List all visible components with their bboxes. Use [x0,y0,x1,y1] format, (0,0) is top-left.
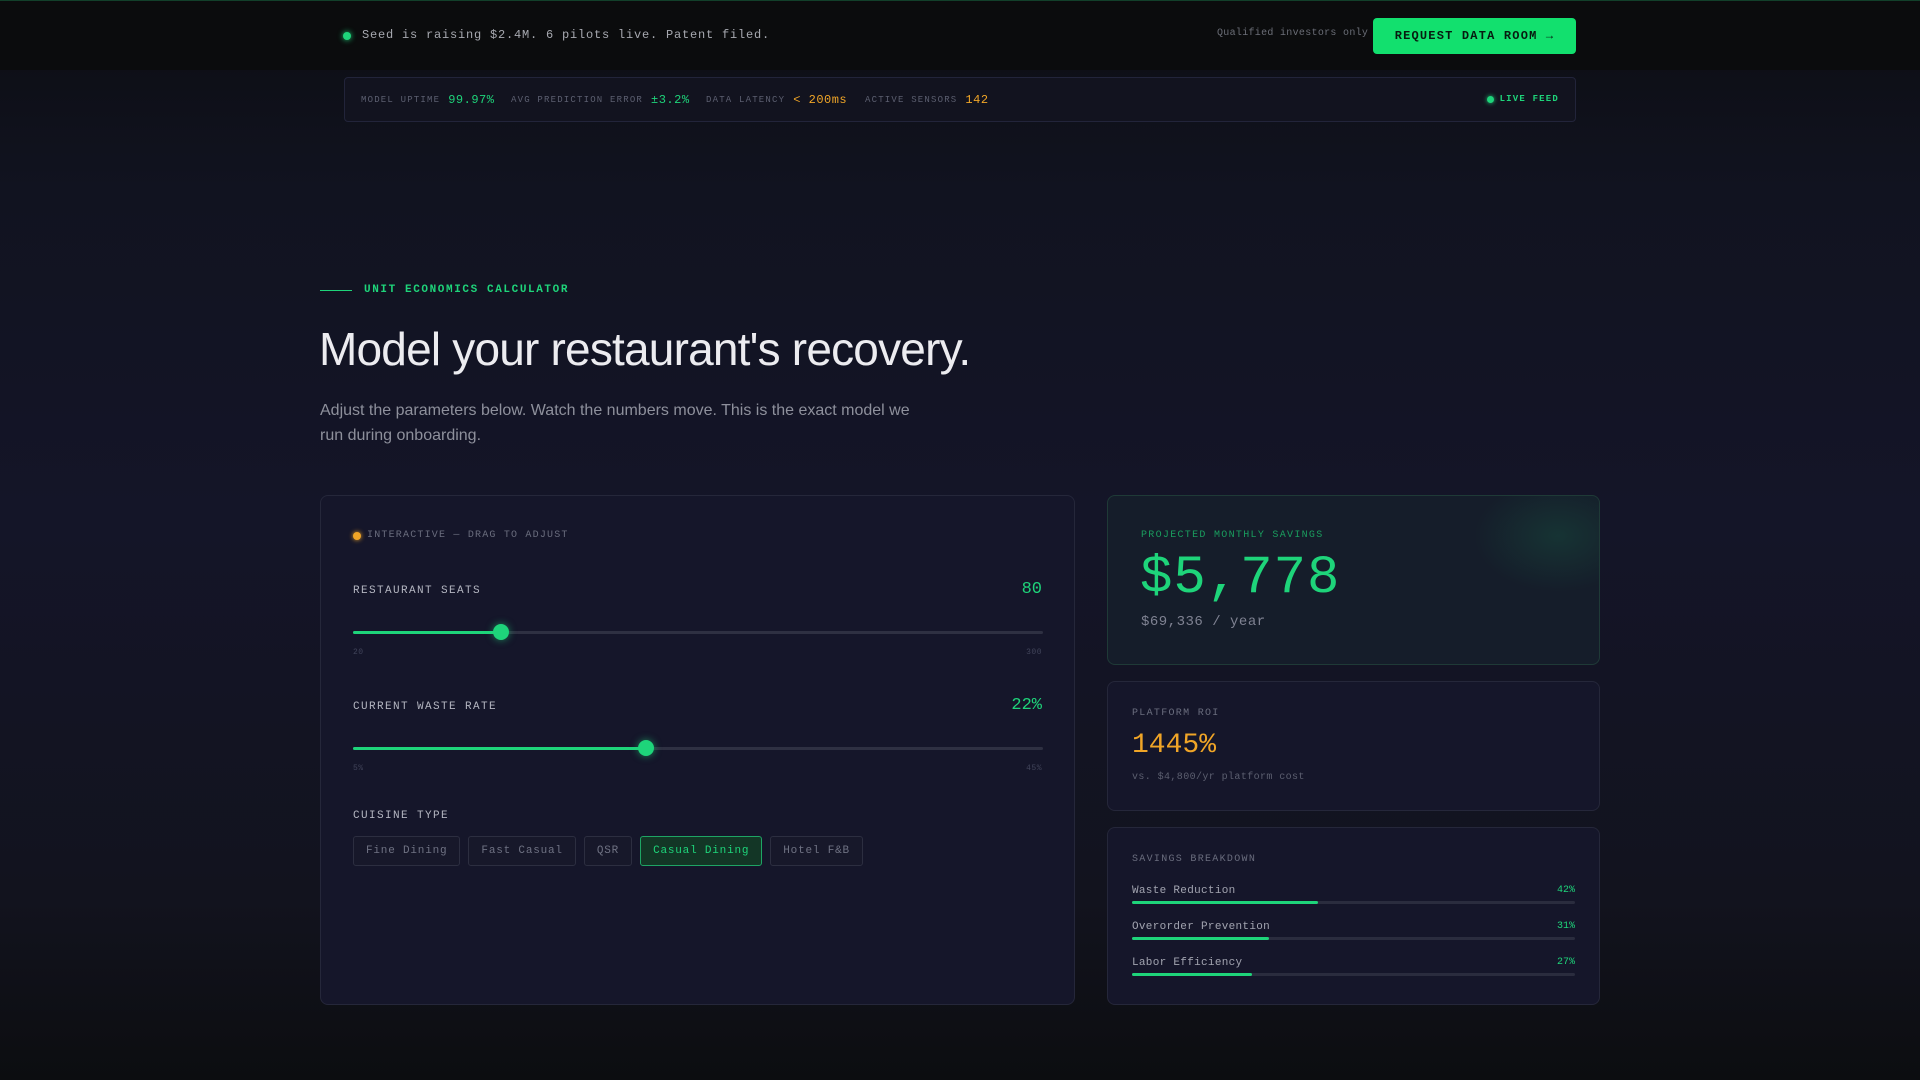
eyebrow-line [320,289,352,291]
metrics-strip: MODEL UPTIME 99.97% AVG PREDICTION ERROR… [344,77,1576,122]
yearly-savings-value: $69,336 / year [1141,614,1266,630]
request-data-room-button[interactable]: REQUEST DATA ROOM → [1373,18,1576,54]
waste-rate-slider[interactable] [353,740,1043,756]
metric-active-sensors: ACTIVE SENSORS 142 [865,93,989,107]
monthly-savings-value: $5,778 [1140,548,1341,609]
savings-breakdown-label: SAVINGS BREAKDOWN [1132,854,1257,865]
cuisine-option-fast-casual[interactable]: Fast Casual [468,836,576,866]
platform-roi-card: PLATFORM ROI 1445% vs. $4,800/yr platfor… [1107,681,1600,811]
interactive-badge: INTERACTIVE — DRAG TO ADJUST [353,530,569,541]
metric-label: ACTIVE SENSORS [865,95,958,105]
breakdown-percent: 31% [1556,921,1575,932]
seats-value: 80 [1021,580,1042,599]
cuisine-option-casual-dining[interactable]: Casual Dining [640,836,763,866]
waste-rate-label: CURRENT WASTE RATE [353,701,498,713]
metric-data-latency: DATA LATENCY < 200ms [706,93,847,107]
monthly-savings-card: PROJECTED MONTHLY SAVINGS $5,778 $69,336… [1107,495,1600,665]
cuisine-type-options: Fine Dining Fast Casual QSR Casual Dinin… [353,836,863,866]
live-dot-icon [1486,95,1494,103]
waste-rate-value: 22% [1011,696,1042,715]
seats-min-label: 20 [353,648,364,657]
metric-label: MODEL UPTIME [361,95,441,105]
breakdown-bar-track [1132,973,1575,976]
eyebrow-text: UNIT ECONOMICS CALCULATOR [364,284,570,296]
waste-max-label: 45% [1026,764,1042,773]
page-subtitle: Adjust the parameters below. Watch the n… [320,402,910,444]
announcement-bar: Seed is raising $2.4M. 6 pilots live. Pa… [0,0,1920,70]
cuisine-option-hotel-fb[interactable]: Hotel F&B [770,836,863,866]
breakdown-name: Waste Reduction [1132,885,1236,897]
section-eyebrow: UNIT ECONOMICS CALCULATOR [320,284,569,296]
live-feed-label: LIVE FEED [1499,94,1559,104]
metric-value: ±3.2% [651,93,690,107]
interactive-dot-icon [353,531,361,540]
metric-model-uptime: MODEL UPTIME 99.97% [361,93,494,107]
breakdown-bar-track [1132,901,1575,904]
breakdown-name: Labor Efficiency [1132,957,1243,969]
status-dot-icon [343,32,351,40]
savings-breakdown-card: SAVINGS BREAKDOWN Waste Reduction 42% Ov… [1107,827,1600,1005]
seats-max-label: 300 [1026,648,1042,657]
platform-cost-note: vs. $4,800/yr platform cost [1132,772,1305,783]
waste-rate-slider-thumb[interactable] [638,740,655,756]
metric-label: DATA LATENCY [706,95,786,105]
seats-slider-thumb[interactable] [492,624,509,640]
breakdown-percent: 27% [1556,957,1575,968]
interactive-badge-text: INTERACTIVE — DRAG TO ADJUST [367,530,569,541]
breakdown-bar-fill [1132,973,1252,976]
seats-slider-fill [353,631,501,634]
metric-prediction-error: AVG PREDICTION ERROR ±3.2% [511,93,690,107]
breakdown-name: Overorder Prevention [1132,921,1271,933]
seats-slider[interactable] [353,624,1043,640]
cuisine-type-label: CUISINE TYPE [353,810,450,822]
announcement-text: Seed is raising $2.4M. 6 pilots live. Pa… [362,28,771,42]
calculator-panel: INTERACTIVE — DRAG TO ADJUST RESTAURANT … [320,495,1075,1005]
investor-qualifier-text: Qualified investors only [1217,28,1369,39]
cuisine-option-qsr[interactable]: QSR [583,836,633,866]
monthly-savings-label: PROJECTED MONTHLY SAVINGS [1141,530,1324,541]
page-title: Model your restaurant's recovery. [319,323,971,375]
platform-roi-label: PLATFORM ROI [1132,708,1220,719]
seats-label: RESTAURANT SEATS [353,585,482,597]
breakdown-bar-fill [1132,937,1270,940]
cuisine-option-fine-dining[interactable]: Fine Dining [353,836,461,866]
breakdown-bar-track [1132,937,1575,940]
metric-value: 142 [965,93,989,107]
metric-value: < 200ms [793,93,848,107]
waste-rate-slider-fill [353,747,647,750]
waste-min-label: 5% [353,764,364,773]
platform-roi-value: 1445% [1132,730,1217,761]
live-feed-indicator: LIVE FEED [1486,94,1559,104]
breakdown-bar-fill [1132,901,1319,904]
breakdown-percent: 42% [1556,885,1575,896]
metric-label: AVG PREDICTION ERROR [511,95,644,105]
metric-value: 99.97% [448,93,495,107]
